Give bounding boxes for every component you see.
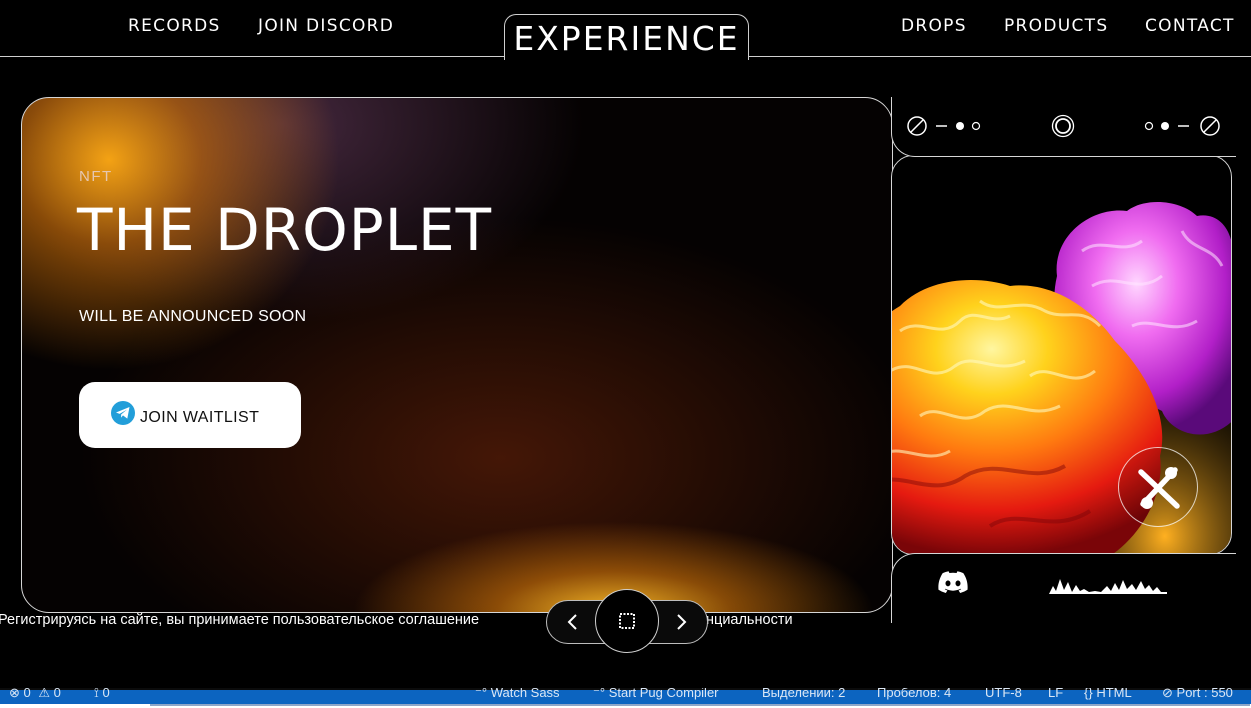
slash-circle-icon-right[interactable] <box>1199 115 1221 137</box>
hero-title: THE DROPLET <box>77 196 493 264</box>
site-header: RECORDS JOIN DISCORD EXPERIENCE DROPS PR… <box>0 0 1251 60</box>
selection-indicator[interactable]: Выделении: 2 <box>762 688 845 700</box>
consent-text: Регистрируясь на сайте, вы принимаете по… <box>0 612 480 628</box>
watch-sass-label: Watch Sass <box>490 688 560 700</box>
telegram-icon <box>111 401 135 425</box>
eye-icon-2: ⁻° <box>593 688 606 700</box>
join-waitlist-button[interactable]: JOIN WAITLIST <box>79 382 301 448</box>
eol-indicator[interactable]: LF <box>1048 688 1063 700</box>
hero-subtitle: WILL BE ANNOUNCED SOON <box>79 308 307 325</box>
dotted-square-icon <box>619 613 635 629</box>
eye-icon: ⁻° <box>475 688 488 700</box>
cross-arrows-icon <box>1138 467 1180 509</box>
watch-sass-button[interactable]: ⁻° Watch Sass <box>475 688 560 701</box>
port-label: Port : 550 <box>1176 688 1233 700</box>
ports-indicator[interactable]: ⟟ 0 <box>94 688 110 701</box>
prev-arrow-button[interactable] <box>563 612 583 632</box>
window-bottom-line <box>150 704 1250 706</box>
error-count: 0 <box>23 688 31 700</box>
no-signal-icon: ⊘ <box>1162 688 1173 700</box>
encoding-indicator[interactable]: UTF-8 <box>985 688 1022 700</box>
record-ring-icon[interactable] <box>1051 114 1075 138</box>
expand-cross-button[interactable] <box>1118 447 1198 527</box>
nav-records-link[interactable]: RECORDS <box>128 16 221 36</box>
next-arrow-button[interactable] <box>671 612 691 632</box>
language-mode[interactable]: {} HTML <box>1084 688 1132 700</box>
nav-join-discord-link[interactable]: JOIN DISCORD <box>258 16 394 36</box>
discord-icon[interactable] <box>938 571 968 593</box>
pager-center-button[interactable] <box>595 589 659 653</box>
hero-category-label: NFT <box>79 168 113 185</box>
privacy-link-text[interactable]: нциальности <box>706 612 793 628</box>
live-server-port[interactable]: ⊘ Port : 550 <box>1162 688 1233 701</box>
nav-products-link[interactable]: PRODUCTS <box>1004 16 1108 36</box>
audio-wave-icon[interactable] <box>1049 576 1179 594</box>
nav-drops-link[interactable]: DROPS <box>901 16 967 36</box>
error-icon: ⊗ <box>9 688 20 700</box>
indent-indicator[interactable]: Пробелов: 4 <box>877 688 951 700</box>
slide-indicator-right[interactable] <box>1143 120 1189 132</box>
slash-circle-icon[interactable] <box>906 115 928 137</box>
pug-compiler-label: Start Pug Compiler <box>608 688 719 700</box>
join-waitlist-label: JOIN WAITLIST <box>140 409 260 426</box>
hero-card: NFT THE DROPLET WILL BE ANNOUNCED SOON J… <box>21 97 893 613</box>
carousel-control-tab <box>891 97 1236 157</box>
errors-indicator[interactable]: ⊗ 0 ⚠ 0 <box>9 688 61 701</box>
logo-tab: EXPERIENCE <box>504 14 749 60</box>
warning-count: 0 <box>53 688 61 700</box>
pug-compiler-button[interactable]: ⁻° Start Pug Compiler <box>593 688 719 701</box>
ports-count: 0 <box>102 688 110 700</box>
warning-icon: ⚠ <box>38 688 51 700</box>
slide-indicator-left[interactable] <box>936 120 982 132</box>
nav-contact-link[interactable]: CONTACT <box>1145 16 1235 36</box>
social-tab <box>891 553 1236 623</box>
language-label: HTML <box>1096 688 1132 700</box>
antenna-icon: ⟟ <box>94 688 99 700</box>
site-logo[interactable]: EXPERIENCE <box>505 19 748 58</box>
braces-icon: {} <box>1084 688 1093 700</box>
